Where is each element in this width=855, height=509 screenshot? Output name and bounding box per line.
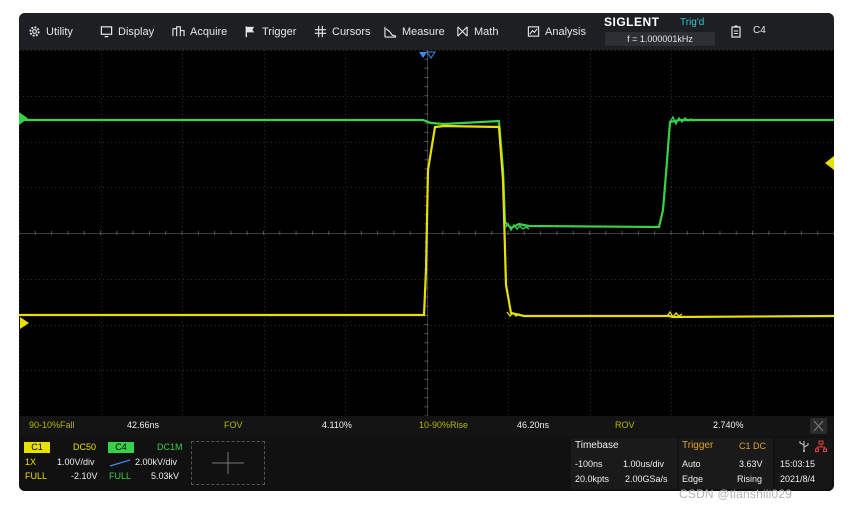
math-icon [455, 25, 469, 39]
timebase-center-marker [426, 51, 436, 59]
measure-fall-name[interactable]: 90-10%Fall [29, 420, 75, 430]
timebase-rate: 2.00GSa/s [625, 474, 668, 484]
timebase-delay: -100ns [575, 459, 603, 469]
c4-coupling: DC1M [157, 442, 183, 452]
watermark-text: CSDN @tianshili029 [679, 487, 793, 501]
measure-rise-name[interactable]: 10-90%Rise [419, 420, 468, 430]
measure-icon [383, 25, 397, 39]
channel-c1-box[interactable]: C1 DC50 1X 1.00V/div FULL -2.10V [21, 439, 105, 486]
analysis-icon [526, 25, 540, 39]
measure-fov-value: 4.110% [322, 420, 352, 430]
add-channel-icon [212, 452, 244, 474]
menu-measure-label: Measure [402, 25, 445, 38]
trigger-panel[interactable]: Trigger C1 DC Auto 3.63V Edge Rising [679, 438, 773, 489]
channel-c4-box[interactable]: C4 DC1M 2.00kV/div FULL 5.03kV [105, 439, 189, 486]
c4-bandwidth: FULL [109, 471, 132, 481]
usb-icon [799, 441, 809, 452]
status-panel: SIGLENT Trig'd f = 1.000001kHz [597, 15, 715, 48]
menu-math[interactable]: Math [455, 13, 498, 50]
clock-time: 15:03:15 [780, 459, 816, 469]
frequency-counter: f = 1.000001kHz [605, 32, 715, 46]
monitor-icon [99, 25, 113, 39]
acquire-icon [171, 25, 185, 39]
active-channel-label[interactable]: C4 [753, 25, 766, 36]
waveform-area[interactable] [19, 50, 834, 416]
timebase-scale: 1.00us/div [623, 459, 665, 469]
clipboard-icon[interactable] [731, 25, 741, 38]
measure-rov-name[interactable]: ROV [615, 420, 635, 430]
c1-coupling: DC50 [73, 442, 97, 452]
trigger-type: Edge [682, 474, 704, 484]
network-icon [815, 440, 827, 452]
trigger-slope: Rising [737, 474, 763, 484]
channel-c1-tag: C1 [24, 442, 50, 453]
c1-bandwidth: FULL [25, 471, 48, 481]
trigger-level-marker[interactable] [825, 156, 834, 170]
brand-logo: SIGLENT [604, 15, 660, 29]
trigger-title: Trigger [682, 440, 714, 451]
measure-close-button[interactable] [810, 418, 827, 434]
empty-channel-slot[interactable] [191, 441, 265, 485]
channel-c4-tag: C4 [108, 442, 134, 453]
menu-cursors-label: Cursors [332, 25, 371, 38]
measure-fall-value: 42.66ns [127, 420, 160, 430]
menu-utility-label: Utility [46, 25, 73, 38]
oscilloscope-screen: Utility Display Acquire Trigger Cursors [19, 13, 834, 491]
flag-icon [243, 25, 257, 39]
c4-scale: 2.00kV/div [135, 457, 178, 467]
menu-analysis-label: Analysis [545, 25, 586, 38]
measure-rov-value: 2.740% [713, 420, 744, 430]
ch4-offset-marker[interactable] [19, 112, 28, 125]
menu-trigger[interactable]: Trigger [243, 13, 296, 50]
timebase-panel[interactable]: Timebase -100ns 1.00us/div 20.0kpts 2.00… [571, 438, 677, 489]
probe-icon [109, 459, 131, 467]
menu-acquire[interactable]: Acquire [171, 13, 227, 50]
menu-math-label: Math [474, 25, 499, 38]
timebase-title: Timebase [575, 440, 619, 451]
clock-date: 2021/8/4 [780, 474, 816, 484]
measurement-bar: 90-10%Fall 42.66ns FOV 4.110% 10-90%Rise… [19, 416, 834, 436]
menu-display[interactable]: Display [99, 13, 154, 50]
menu-acquire-label: Acquire [190, 25, 228, 38]
bottom-status-bar: C1 DC50 1X 1.00V/div FULL -2.10V C4 DC1M… [19, 436, 834, 491]
menu-cursors[interactable]: Cursors [313, 13, 371, 50]
waveform-traces [19, 51, 834, 329]
ch1-offset-marker[interactable] [20, 317, 29, 329]
close-icon [813, 420, 824, 432]
c4-offset: 5.03kV [151, 471, 180, 481]
cursors-icon [313, 25, 327, 39]
menu-analysis[interactable]: Analysis [526, 13, 586, 50]
gear-icon [27, 25, 41, 39]
timebase-points: 20.0kpts [575, 474, 610, 484]
menu-measure[interactable]: Measure [383, 13, 445, 50]
c1-scale: 1.00V/div [57, 457, 95, 467]
c1-probe: 1X [25, 457, 37, 467]
measure-rise-value: 46.20ns [517, 420, 550, 430]
clock-panel: 15:03:15 2021/8/4 [775, 438, 832, 489]
trigger-level: 3.63V [739, 459, 763, 469]
trigger-status: Trig'd [680, 17, 705, 28]
measure-fov-name[interactable]: FOV [224, 420, 243, 430]
menu-bar: Utility Display Acquire Trigger Cursors [19, 13, 834, 50]
menu-display-label: Display [118, 25, 155, 38]
trigger-mode: Auto [682, 459, 701, 469]
c1-offset: -2.10V [71, 471, 98, 481]
menu-utility[interactable]: Utility [27, 13, 73, 50]
menu-trigger-label: Trigger [262, 25, 297, 38]
trigger-source: C1 DC [739, 441, 767, 451]
trace-ch1 [19, 124, 834, 319]
trigger-position-marker[interactable] [419, 52, 427, 58]
